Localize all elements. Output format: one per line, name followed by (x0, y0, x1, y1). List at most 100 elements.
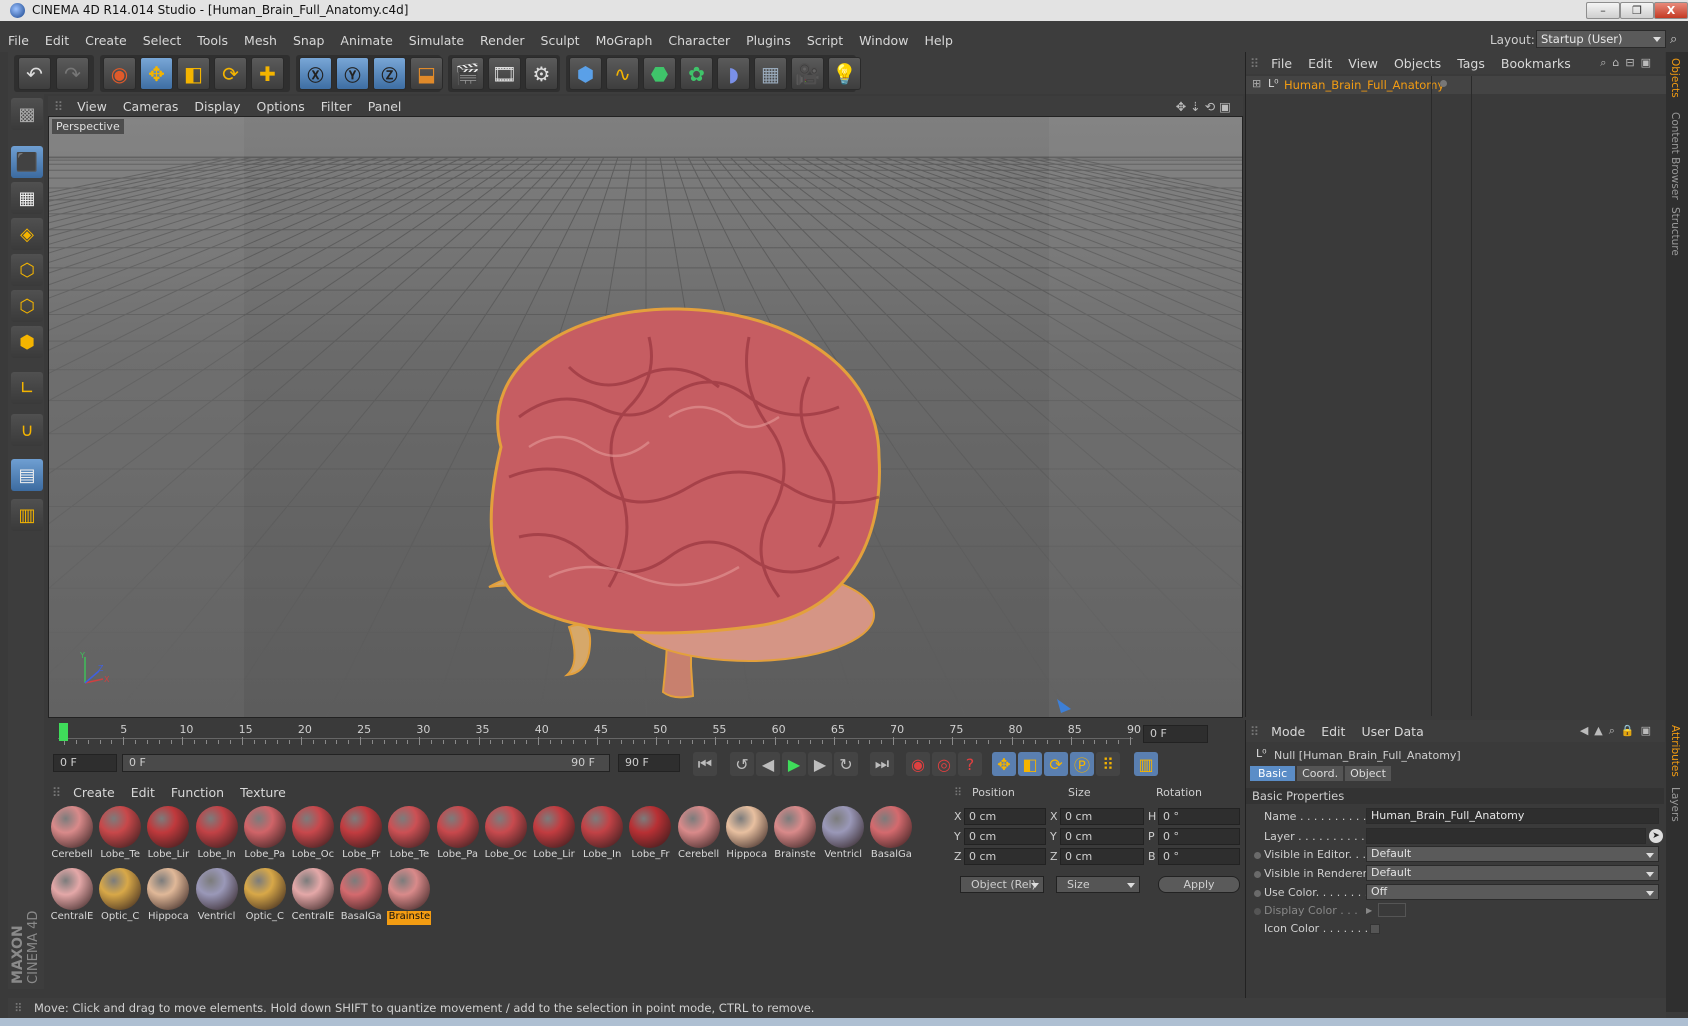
current-frame-field[interactable]: 0 F (1143, 725, 1208, 743)
record-keys-icon[interactable]: ◉ (906, 752, 930, 776)
attr-visible-renderer-select[interactable]: Default (1366, 865, 1659, 881)
tab-coord[interactable]: Coord. (1297, 766, 1344, 781)
recent-tools-icon[interactable]: ✚ (251, 57, 284, 90)
minimize-button[interactable]: – (1586, 2, 1620, 19)
tab-basic[interactable]: Basic (1250, 766, 1296, 781)
texture-mode-icon[interactable]: ▦ (11, 182, 43, 214)
next-key-icon[interactable]: ↻ (834, 752, 858, 776)
object-name[interactable]: Human_Brain_Full_Anatomy (1284, 78, 1444, 92)
playhead[interactable] (59, 723, 68, 741)
menu-help[interactable]: Help (916, 33, 961, 48)
object-menu-objects[interactable]: Objects (1386, 56, 1449, 71)
rot-p-input[interactable]: 0 ° (1158, 828, 1240, 845)
scale-tool-icon[interactable]: ◧ (177, 57, 210, 90)
timeline-window-icon[interactable]: ▥ (1134, 752, 1158, 776)
go-to-start-icon[interactable]: ⏮ (693, 752, 717, 776)
coordinate-system-icon[interactable]: ⬓ (410, 57, 443, 90)
sidetab-content-browser[interactable]: Content Browser (1669, 112, 1681, 200)
tab-object[interactable]: Object (1345, 766, 1391, 781)
animation-dot-icon[interactable] (1254, 890, 1261, 897)
pos-z-input[interactable]: 0 cm (964, 848, 1046, 865)
expand-arrow-icon[interactable]: ▶ (1366, 906, 1372, 915)
object-menu-tags[interactable]: Tags (1449, 56, 1493, 71)
x-axis-lock-icon[interactable]: Ⓧ (299, 57, 332, 90)
z-axis-lock-icon[interactable]: Ⓩ (373, 57, 406, 90)
key-rotation-icon[interactable]: ⟳ (1044, 752, 1068, 776)
menu-script[interactable]: Script (799, 33, 851, 48)
viewport-perspective[interactable]: Perspective Y X Z (48, 116, 1243, 718)
animation-dot-icon[interactable] (1254, 871, 1261, 878)
viewport-menu-display[interactable]: Display (186, 99, 248, 114)
camera-icon[interactable]: 🎥 (791, 57, 824, 90)
key-position-icon[interactable]: ✥ (992, 752, 1016, 776)
previous-key-icon[interactable]: ↺ (730, 752, 754, 776)
brain-model[interactable] (488, 307, 881, 699)
menu-plugins[interactable]: Plugins (738, 33, 799, 48)
viewport-menu-filter[interactable]: Filter (313, 99, 360, 114)
rot-b-input[interactable]: 0 ° (1158, 848, 1240, 865)
material-menu-function[interactable]: Function (163, 785, 232, 800)
restore-button[interactable]: ❐ (1620, 2, 1654, 19)
keyframe-selection-icon[interactable]: ? (958, 752, 982, 776)
material-swatch[interactable]: CentralE (291, 867, 335, 925)
pos-x-input[interactable]: 0 cm (964, 808, 1046, 825)
material-swatch[interactable]: Brainste (773, 805, 817, 863)
locked-workplane-icon[interactable]: ▤ (11, 459, 43, 491)
edges-mode-icon[interactable]: ⬡ (11, 290, 43, 322)
material-swatch[interactable]: Cerebell (676, 805, 721, 863)
auto-keying-icon[interactable]: ◎ (932, 752, 956, 776)
move-tool-icon[interactable]: ✥ (140, 57, 173, 90)
spline-pen-icon[interactable]: ∿ (606, 57, 639, 90)
menu-mograph[interactable]: MoGraph (588, 33, 661, 48)
material-swatch[interactable]: Lobe_Fr (339, 805, 384, 863)
model-mode-icon[interactable]: ⬛ (11, 146, 43, 178)
material-swatch[interactable]: Ventricl (194, 867, 239, 925)
viewport-menu-panel[interactable]: Panel (360, 99, 410, 114)
axis-mode-icon[interactable]: ∟ (11, 372, 43, 404)
layout-select[interactable]: Startup (User) (1536, 30, 1666, 48)
material-swatch[interactable]: Lobe_Oc (291, 805, 335, 863)
material-swatch[interactable]: CentralE (50, 867, 94, 925)
material-swatch[interactable]: Lobe_Lir (532, 805, 576, 863)
object-row[interactable]: ⊞ L⁰ Human_Brain_Full_Anatomy (1246, 76, 1666, 94)
nurbs-icon[interactable]: ⬣ (643, 57, 676, 90)
attr-menu-edit[interactable]: Edit (1313, 724, 1353, 739)
material-swatch[interactable]: BasalGa (339, 867, 384, 925)
expand-icon[interactable]: ⊞ (1252, 77, 1261, 90)
material-swatch[interactable]: Lobe_Lir (146, 805, 191, 863)
search-icon[interactable]: ⌕ (1670, 32, 1677, 47)
material-swatch[interactable]: Lobe_Fr (628, 805, 673, 863)
object-menu-view[interactable]: View (1340, 56, 1386, 71)
material-swatch[interactable]: Lobe_In (194, 805, 239, 863)
render-to-picture-viewer-icon[interactable]: 🎞 (488, 57, 521, 90)
redo-icon[interactable]: ↷ (56, 57, 89, 90)
workplane-icon[interactable]: ◈ (11, 218, 43, 250)
viewport-menu-options[interactable]: Options (248, 99, 312, 114)
viewport-nav-icons[interactable]: ✥⇣⟲▣ (1168, 99, 1243, 114)
close-button[interactable]: X (1654, 2, 1688, 19)
viewport-menu-view[interactable]: View (69, 99, 115, 114)
material-swatch[interactable]: Lobe_Pa (435, 805, 480, 863)
polygons-mode-icon[interactable]: ⬢ (11, 326, 43, 358)
apply-button[interactable]: Apply (1158, 876, 1240, 893)
next-frame-icon[interactable]: ▶ (808, 752, 832, 776)
coord-mode-select[interactable]: Object (Rel) (960, 876, 1044, 893)
menu-create[interactable]: Create (77, 33, 135, 48)
material-swatch[interactable]: Brainste (387, 867, 432, 925)
go-to-end-icon[interactable]: ⏭ (870, 752, 894, 776)
y-axis-lock-icon[interactable]: Ⓨ (336, 57, 369, 90)
icon-color-checkbox[interactable] (1370, 924, 1380, 934)
object-menu-edit[interactable]: Edit (1300, 56, 1340, 71)
object-manager-nav-icons[interactable]: ⌕⌂⊟▣ (1592, 56, 1665, 70)
material-swatch[interactable]: Lobe_In (580, 805, 625, 863)
key-parameter-icon[interactable]: Ⓟ (1070, 752, 1094, 776)
layer-picker-icon[interactable]: ➤ (1649, 829, 1663, 843)
size-mode-select[interactable]: Size (1056, 876, 1140, 893)
menu-snap[interactable]: Snap (285, 33, 332, 48)
material-swatch[interactable]: Optic_C (242, 867, 287, 925)
material-menu-edit[interactable]: Edit (123, 785, 163, 800)
menu-render[interactable]: Render (472, 33, 533, 48)
attr-menu-userdata[interactable]: User Data (1353, 724, 1431, 739)
size-z-input[interactable]: 0 cm (1060, 848, 1144, 865)
attr-menu-mode[interactable]: Mode (1263, 724, 1313, 739)
